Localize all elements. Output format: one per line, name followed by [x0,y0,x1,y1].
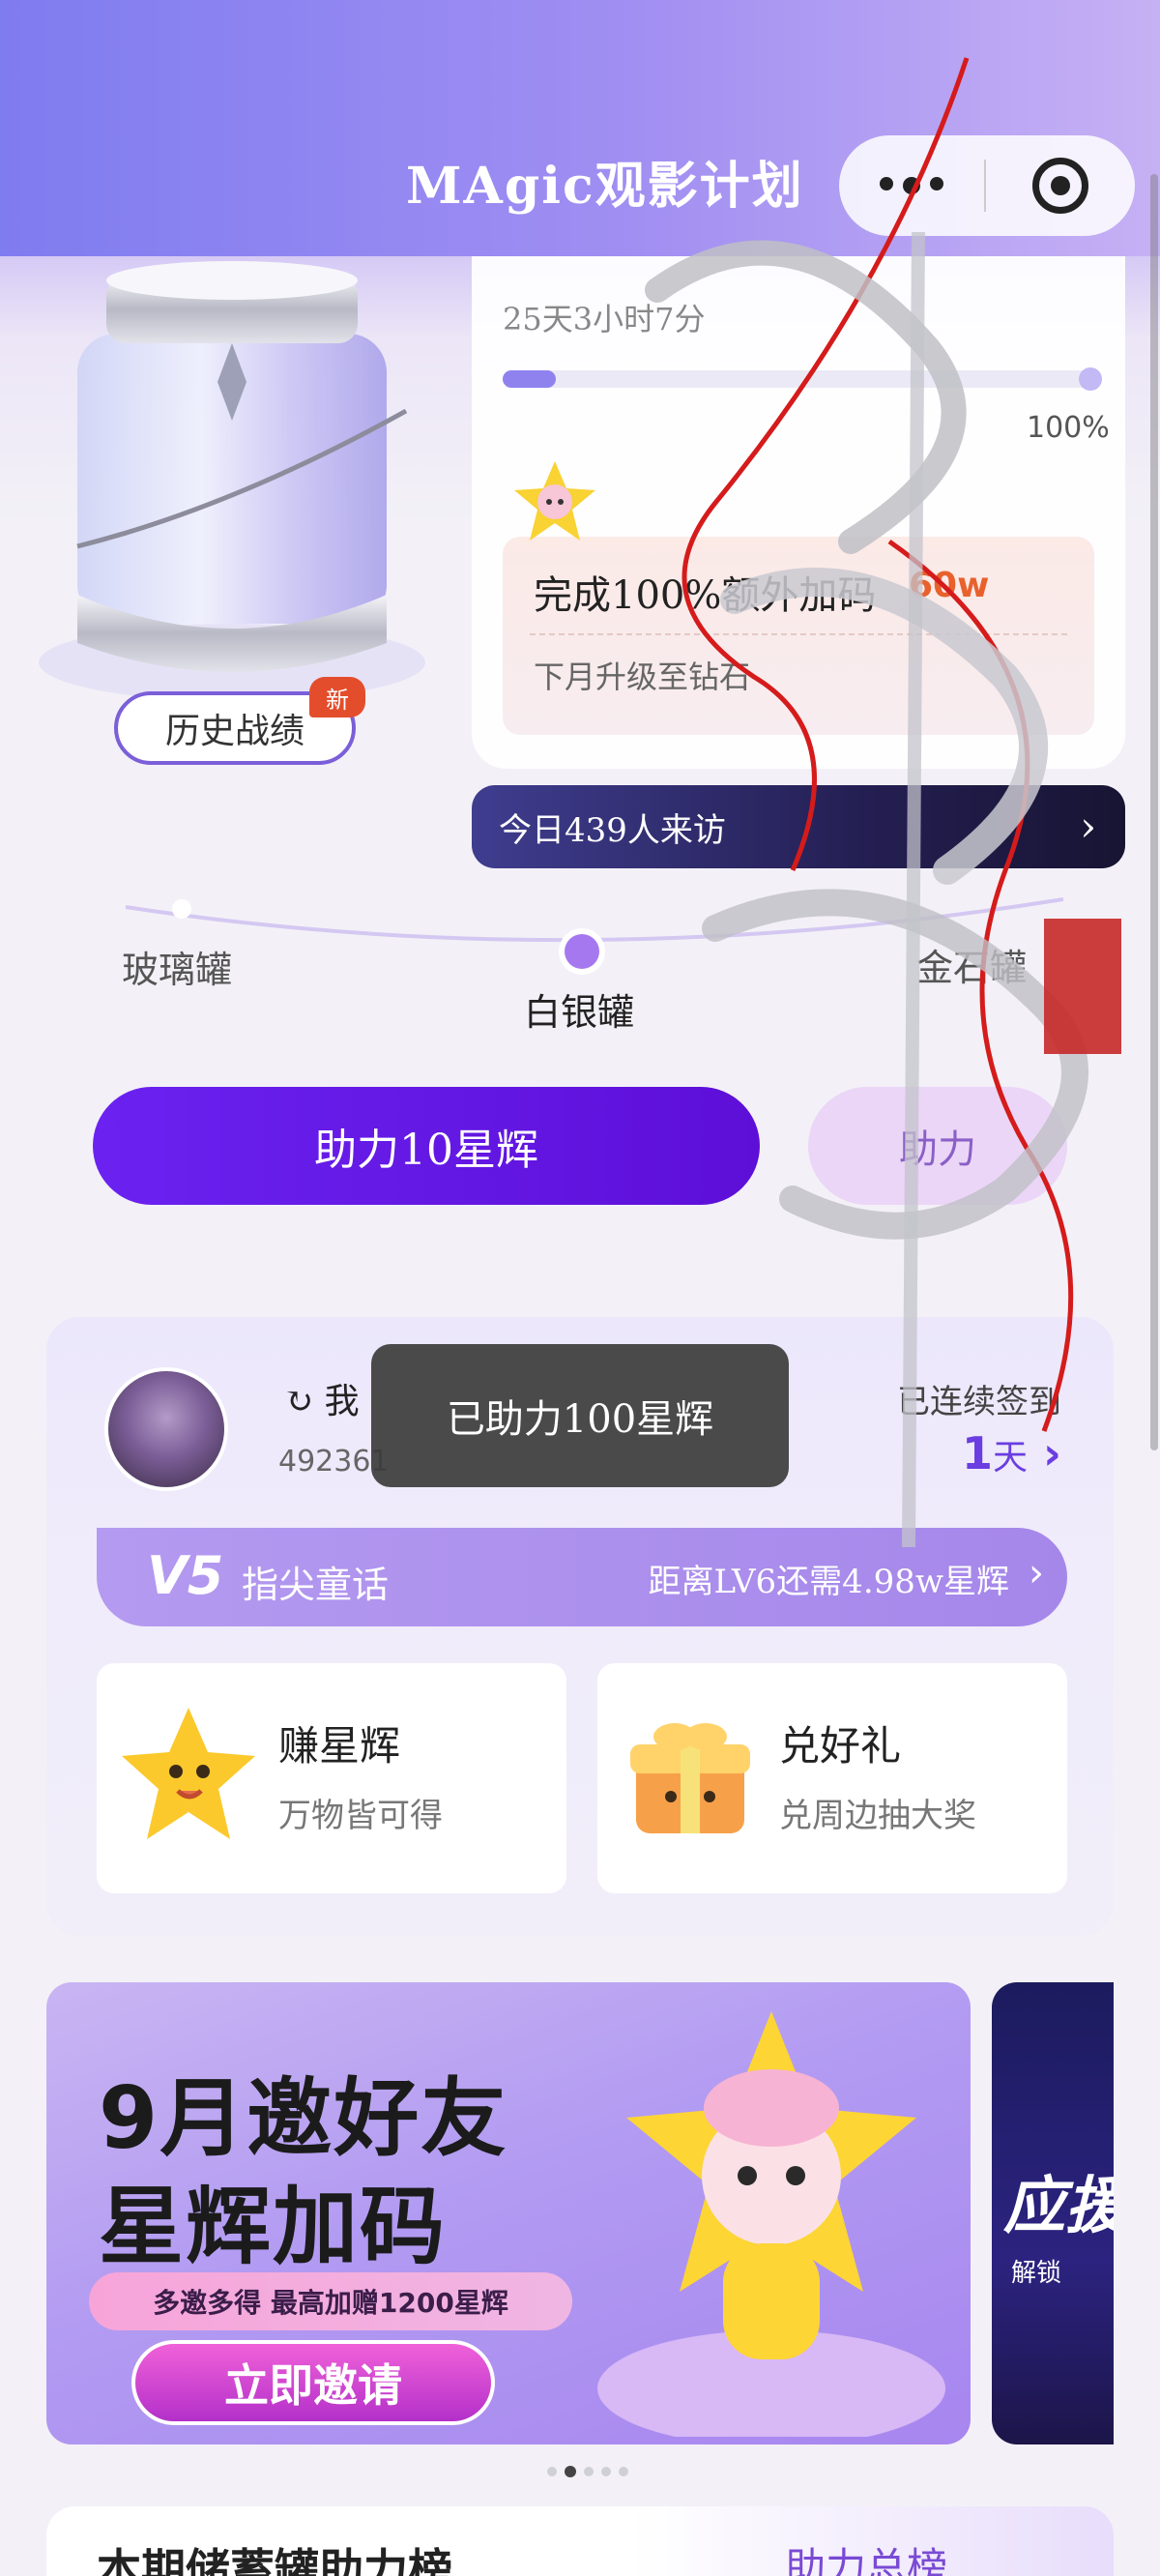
bonus-divider [530,633,1067,635]
new-badge: 新 [309,677,365,717]
avatar[interactable] [104,1367,228,1491]
tile-title: 兑好礼 [779,1722,902,1770]
carousel-dot[interactable] [565,2466,576,2477]
user-name: ↻ 我 [284,1373,360,1423]
star-mascot-icon [116,1702,261,1851]
signin-days-unit: 天 [993,1438,1029,1478]
member-level-tag: V5 [147,1545,224,1606]
user-name-text: 我 [324,1382,360,1421]
carousel-dot[interactable] [601,2467,611,2476]
member-level-name: 指尖童话 [242,1564,390,1606]
invite-banner[interactable]: 9月邀好友 星辉加码 多邀多得 最高加赠1200星辉 立即邀请 [46,1982,971,2444]
chevron-right-icon: › [1029,1551,1044,1595]
earn-stars-tile[interactable]: 赚星辉 万物皆可得 [97,1663,566,1893]
goal-card: 25天3小时7分 100% 完成100%额外加码 60w 下月升级至钻石 [472,256,1125,769]
mini-program-capsule [839,135,1135,236]
level-silver[interactable]: 白银罐 [524,982,634,1036]
progress-fill [503,370,556,388]
toast-message: 已助力100星辉 [371,1344,789,1487]
level-gold[interactable]: 金石罐 [916,938,1027,991]
progress-percent: 100% [1027,411,1110,445]
gift-box-icon [617,1702,762,1851]
star-mascot-icon [588,2002,955,2444]
redeem-gifts-tile[interactable]: 兑好礼 兑周边抽大奖 [597,1663,1067,1893]
countdown-text: 25天3小时7分 [503,301,706,337]
tile-title: 赚星辉 [278,1722,401,1770]
carousel-dot[interactable] [547,2467,557,2476]
signin-label: 已连续签到 [897,1383,1061,1421]
carousel-dot[interactable] [619,2467,628,2476]
banner-title-line2: 星辉加码 [99,2177,448,2276]
ranking-title: 本期储蓄罐助力榜 [97,2544,452,2576]
banner2-title: 应援 [1003,2171,1114,2242]
banner-subtitle: 多邀多得 最高加赠1200星辉 [89,2272,572,2330]
support-banner[interactable]: 应援 解锁 [992,1982,1114,2444]
refresh-icon[interactable]: ↻ [284,1382,313,1421]
chevron-right-icon: › [1080,803,1096,850]
level-glass[interactable]: 玻璃罐 [122,940,232,993]
close-button[interactable] [986,158,1135,214]
member-level-next: 距离LV6还需4.98w星辉 [648,1563,1009,1601]
carousel-indicator [547,2466,628,2477]
invite-now-button[interactable]: 立即邀请 [131,2340,495,2425]
target-icon [1032,158,1088,214]
more-dots-icon[interactable] [839,177,984,194]
scrollbar[interactable] [1150,174,1158,1450]
savings-jar-illustration [39,256,483,711]
progress-track [503,367,1102,391]
today-visitors-bar[interactable]: 今日439人来访 › [472,785,1125,868]
bonus-value: 60w [909,566,990,605]
boost-more-button[interactable]: 助力 [808,1087,1067,1205]
progress-end-dot [1079,367,1102,391]
banner2-subtitle: 解锁 [1011,2259,1062,2288]
carousel-dot[interactable] [584,2467,594,2476]
signin-days[interactable]: 1天 › [962,1427,1061,1479]
app-title: MAgic观影计划 [406,157,804,216]
bonus-subtext: 下月升级至钻石 [534,659,751,695]
chevron-right-icon: › [1043,1427,1061,1479]
member-level-bar[interactable]: V5 指尖童话 距离LV6还需4.98w星辉 › [97,1528,1067,1626]
bonus-box: 完成100%额外加码 60w 下月升级至钻石 [503,537,1094,735]
signin-days-value: 1 [961,1427,993,1479]
tile-subtitle: 万物皆可得 [278,1797,443,1835]
visitors-text: 今日439人来访 [499,810,726,850]
bonus-title: 完成100%额外加码 [534,573,877,618]
banner-title-line1: 9月邀好友 [99,2068,508,2168]
boost-button[interactable]: 助力10星辉 [93,1087,760,1205]
star-mascot-icon [510,457,599,550]
tile-subtitle: 兑周边抽大奖 [779,1797,976,1835]
total-ranking-tab[interactable]: 助力总榜 [785,2535,947,2576]
